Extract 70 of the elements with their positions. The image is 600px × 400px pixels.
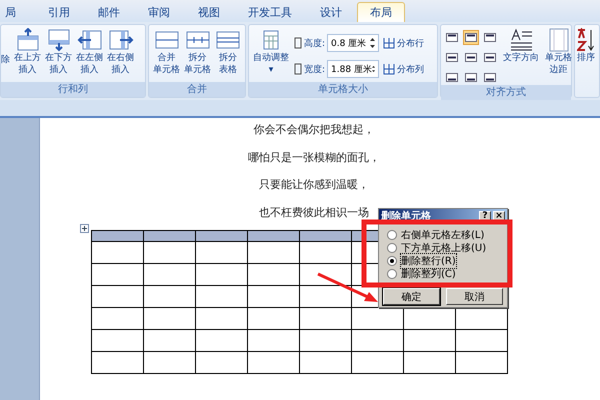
table-insert-icon	[76, 28, 102, 52]
align-button[interactable]	[482, 30, 498, 45]
table-grid-icon	[383, 37, 396, 49]
align-button[interactable]	[444, 50, 460, 65]
annotation-arrow	[317, 272, 378, 302]
merge-button[interactable]: 拆分 单元格	[183, 28, 212, 76]
insert-button[interactable]: 在左侧 插入	[75, 28, 104, 76]
merge-button[interactable]: 合并 单元格	[152, 28, 181, 76]
poem-line: 也不枉费彼此相识一场	[259, 204, 369, 220]
merge-button[interactable]: 拆分 表格	[214, 28, 242, 76]
align-button[interactable]	[444, 70, 460, 85]
text-direction-icon	[508, 28, 534, 52]
field-label: 高度:	[304, 38, 326, 50]
ribbon-tab[interactable]: 布局	[357, 2, 405, 22]
ribbon-tab[interactable]: 视图	[185, 2, 233, 22]
distribute-button[interactable]: 分布列	[383, 58, 424, 80]
cancel-button[interactable]: 取消	[446, 288, 503, 305]
radio-button[interactable]	[387, 230, 397, 240]
option-label: 删除整列(C)	[401, 268, 456, 281]
align-button[interactable]	[444, 30, 460, 45]
table-move-handle[interactable]	[80, 224, 89, 233]
group-title: 行和列	[1, 82, 145, 97]
table-row[interactable]	[92, 330, 508, 352]
group-title: 合并	[149, 82, 245, 97]
ribbon-tab[interactable]: 邮件	[85, 2, 133, 22]
size-icon	[294, 63, 302, 75]
align-button[interactable]	[463, 50, 479, 65]
table-grid-icon	[383, 63, 396, 75]
ribbon-tab[interactable]: 审阅	[135, 2, 183, 22]
ribbon-tab[interactable]: 设计	[307, 2, 355, 22]
radio-button[interactable]	[387, 256, 397, 266]
radio-button[interactable]	[387, 243, 397, 253]
ribbon-tab[interactable]: 开发工具	[235, 2, 305, 22]
align-button[interactable]	[463, 70, 479, 85]
text-direction-button[interactable]: 文字方向	[502, 28, 540, 64]
distribute-button[interactable]: 分布行	[383, 32, 424, 54]
insert-button[interactable]: 在下方 插入	[44, 28, 73, 76]
table-row[interactable]	[92, 352, 508, 374]
table-insert-icon	[14, 28, 40, 52]
group-title: 对齐方式	[441, 85, 571, 100]
spin-arrows-icon	[372, 63, 376, 75]
poem-line: 你会不会偶尔把我想起，	[254, 122, 374, 138]
radio-button[interactable]	[387, 269, 397, 279]
size-icon	[294, 37, 302, 49]
ribbon-tab[interactable]: 引用	[35, 2, 83, 22]
autofit-button[interactable]: 自动调整 ▾	[252, 28, 290, 76]
cell-margins-button[interactable]: 单元格 边距	[544, 28, 573, 76]
size-spinner[interactable]: 1.88 厘米	[327, 60, 380, 78]
group-title: 单元格大小	[249, 82, 437, 97]
table-insert-icon	[46, 28, 72, 52]
table-row[interactable]	[92, 308, 508, 330]
delete-button[interactable]: 除	[0, 28, 11, 66]
sort-az-icon	[577, 28, 595, 52]
table-insert-icon	[108, 28, 134, 52]
option-label: 下方单元格上移(U)	[401, 242, 486, 255]
insert-button[interactable]: 在上方 插入	[13, 28, 42, 76]
poem-line: 只要能让你感到温暖，	[259, 177, 369, 193]
option-label: 右侧单元格左移(L)	[401, 228, 484, 242]
option-label: 删除整行(R)	[401, 254, 456, 268]
align-button[interactable]	[482, 50, 498, 65]
ok-button[interactable]: 确定	[383, 288, 440, 305]
insert-button[interactable]: 在右侧 插入	[106, 28, 135, 76]
poem-line: 哪怕只是一张模糊的面孔，	[248, 150, 380, 166]
align-button[interactable]	[463, 30, 479, 45]
ribbon-tab[interactable]: 局	[0, 2, 21, 22]
field-label: 宽度:	[304, 64, 326, 76]
align-button[interactable]	[482, 70, 498, 85]
size-spinner[interactable]: 0.8 厘米	[327, 34, 380, 52]
spin-arrows-icon	[370, 37, 376, 49]
caret-icon: ▾	[268, 64, 274, 76]
